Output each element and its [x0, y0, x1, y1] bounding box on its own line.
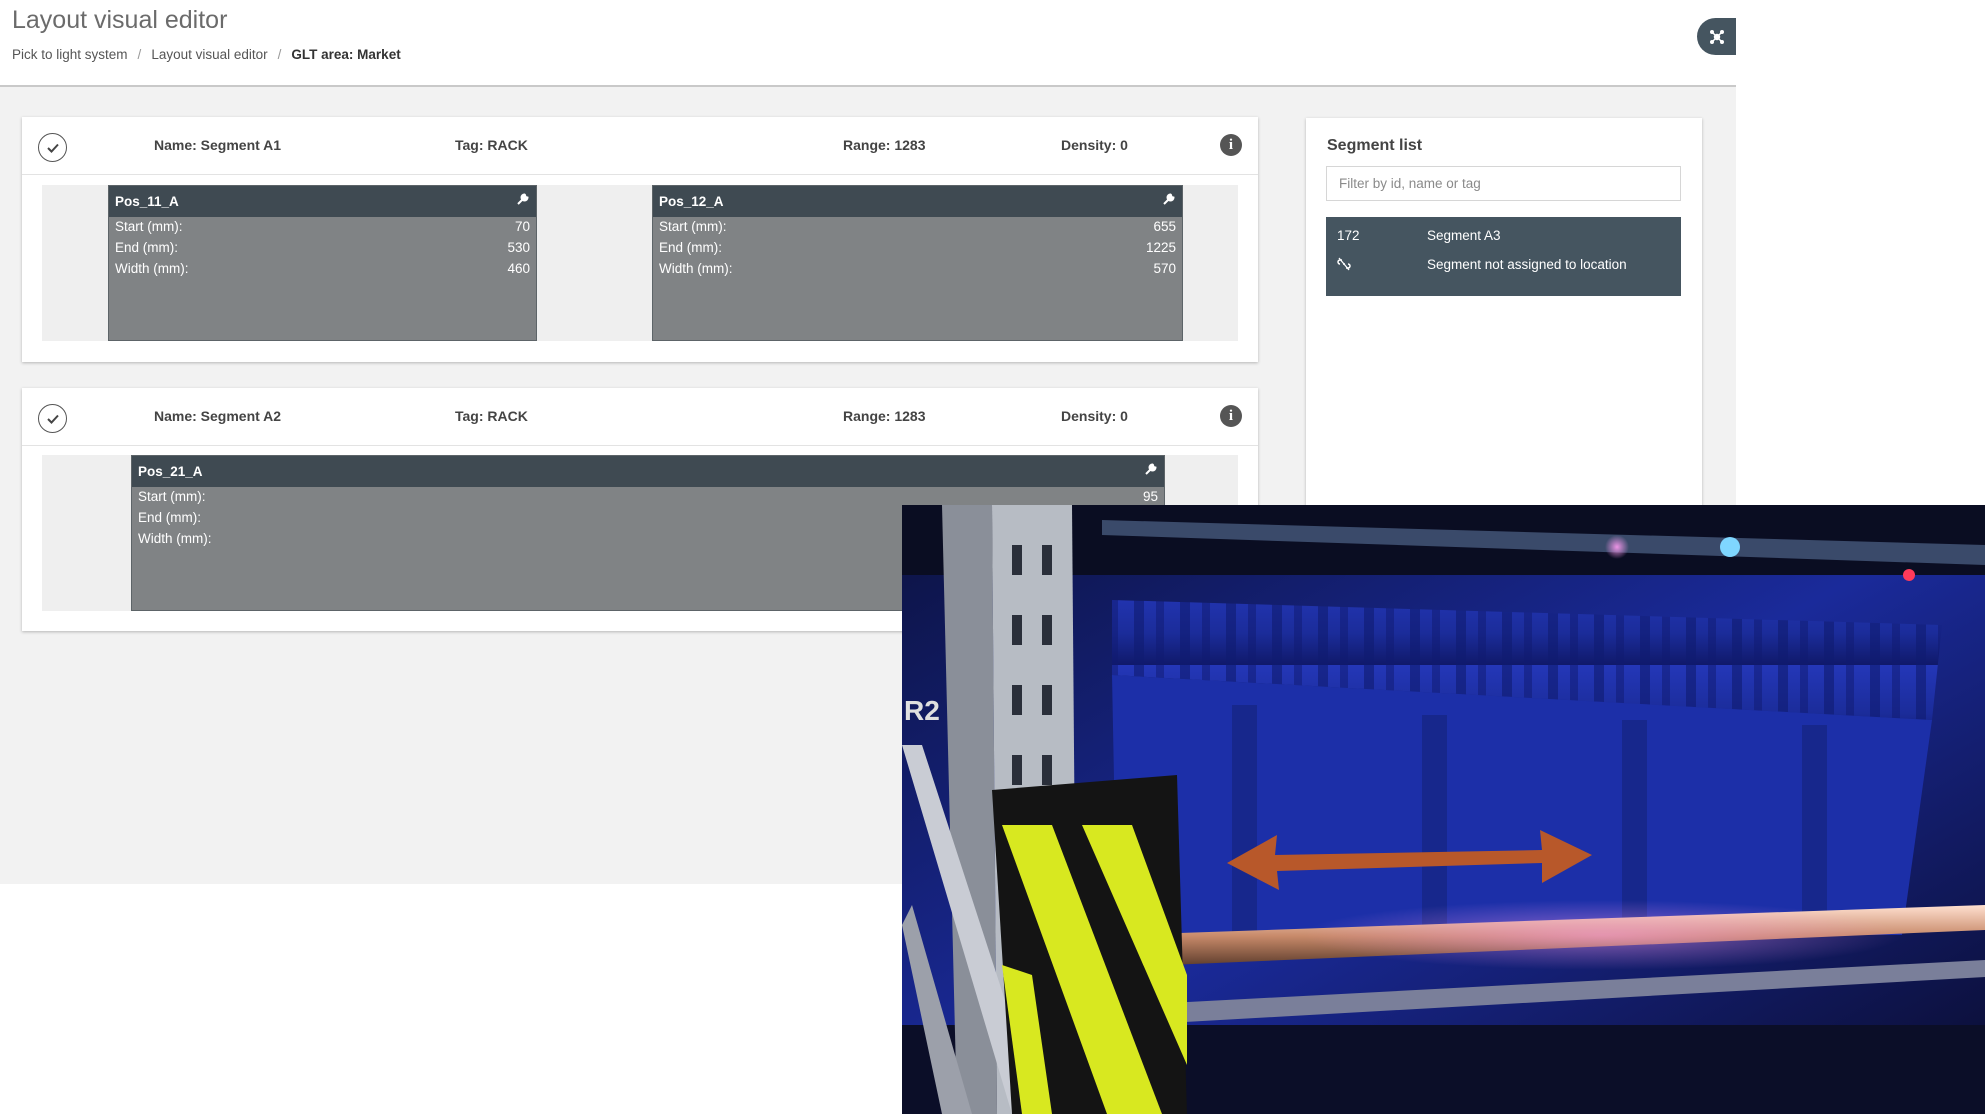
breadcrumb-separator: /	[137, 47, 142, 62]
position-start-row: Start (mm): 70	[109, 217, 536, 238]
start-label: Start (mm):	[115, 219, 183, 234]
width-value: 460	[507, 261, 530, 276]
position-start-row: Start (mm): 655	[653, 217, 1182, 238]
width-label: Width (mm):	[115, 261, 189, 276]
segment-list-name: Segment A3	[1427, 228, 1501, 243]
segment-card: Name: Segment A1 Tag: RACK Range: 1283 D…	[22, 117, 1258, 362]
segment-select-toggle[interactable]	[38, 404, 67, 433]
position-block[interactable]: Pos_12_A Start (mm): 655 End (mm): 1225 …	[652, 185, 1183, 341]
position-header: Pos_11_A	[109, 186, 536, 217]
segment-name: Name: Segment A2	[154, 408, 282, 424]
position-block[interactable]: Pos_11_A Start (mm): 70 End (mm): 530 Wi…	[108, 185, 537, 341]
info-icon[interactable]: i	[1220, 405, 1242, 427]
page-header: Layout visual editor Pick to light syste…	[0, 0, 1736, 87]
network-settings-icon	[1709, 29, 1724, 44]
position-end-row: End (mm): 1225	[653, 238, 1182, 259]
check-icon	[46, 143, 59, 153]
segment-range: Range: 1283	[843, 137, 926, 153]
position-name: Pos_21_A	[138, 464, 203, 479]
check-icon	[46, 414, 59, 424]
breadcrumb: Pick to light system / Layout visual edi…	[12, 47, 401, 62]
page-title: Layout visual editor	[12, 6, 228, 34]
wrench-icon[interactable]	[1162, 192, 1176, 211]
segment-tag: Tag: RACK	[455, 137, 528, 153]
wrench-icon[interactable]	[1144, 462, 1158, 481]
width-label: Width (mm):	[138, 531, 212, 546]
svg-text:R2: R2	[904, 695, 940, 726]
segment-select-toggle[interactable]	[38, 133, 67, 162]
segment-name: Name: Segment A1	[154, 137, 282, 153]
end-label: End (mm):	[659, 240, 723, 255]
segment-tag: Tag: RACK	[455, 408, 528, 424]
segment-density: Density: 0	[1061, 137, 1128, 153]
end-value: 1225	[1145, 240, 1176, 255]
info-icon[interactable]: i	[1220, 134, 1242, 156]
start-value: 95	[1142, 489, 1158, 504]
start-label: Start (mm):	[659, 219, 727, 234]
position-end-row: End (mm): 530	[109, 238, 536, 259]
unlink-icon	[1337, 257, 1351, 274]
breadcrumb-item-current: GLT area: Market	[291, 47, 401, 62]
segment-header: Name: Segment A1 Tag: RACK Range: 1283 D…	[22, 117, 1258, 175]
segment-status-note: Segment not assigned to location	[1427, 257, 1627, 272]
segment-header: Name: Segment A2 Tag: RACK Range: 1283 D…	[22, 388, 1258, 446]
segment-range: Range: 1283	[843, 408, 926, 424]
end-label: End (mm):	[115, 240, 179, 255]
end-label: End (mm):	[138, 510, 202, 525]
start-label: Start (mm):	[138, 489, 206, 504]
width-label: Width (mm):	[659, 261, 733, 276]
position-header: Pos_21_A	[132, 456, 1164, 487]
segment-density: Density: 0	[1061, 408, 1128, 424]
position-name: Pos_12_A	[659, 194, 724, 209]
wrench-icon[interactable]	[516, 192, 530, 211]
position-width-row: Width (mm): 570	[653, 259, 1182, 280]
position-name: Pos_11_A	[115, 194, 179, 209]
network-settings-button[interactable]	[1697, 18, 1736, 55]
breadcrumb-item-pick-to-light[interactable]: Pick to light system	[12, 47, 128, 62]
rack-photo: R2	[902, 505, 1985, 1114]
start-value: 655	[1153, 219, 1176, 234]
position-header: Pos_12_A	[653, 186, 1182, 217]
segment-list-title: Segment list	[1327, 137, 1423, 154]
end-value: 530	[507, 240, 530, 255]
start-value: 70	[514, 219, 530, 234]
segment-positions-area: Pos_11_A Start (mm): 70 End (mm): 530 Wi…	[42, 185, 1238, 341]
segment-id: 172	[1337, 228, 1360, 243]
segment-filter-input[interactable]	[1326, 166, 1681, 201]
breadcrumb-item-layout-editor[interactable]: Layout visual editor	[151, 47, 267, 62]
width-value: 570	[1153, 261, 1176, 276]
segment-list-item[interactable]: 172 Segment A3 Segment not assigned to l…	[1326, 217, 1681, 296]
breadcrumb-separator: /	[277, 47, 282, 62]
position-width-row: Width (mm): 460	[109, 259, 536, 280]
